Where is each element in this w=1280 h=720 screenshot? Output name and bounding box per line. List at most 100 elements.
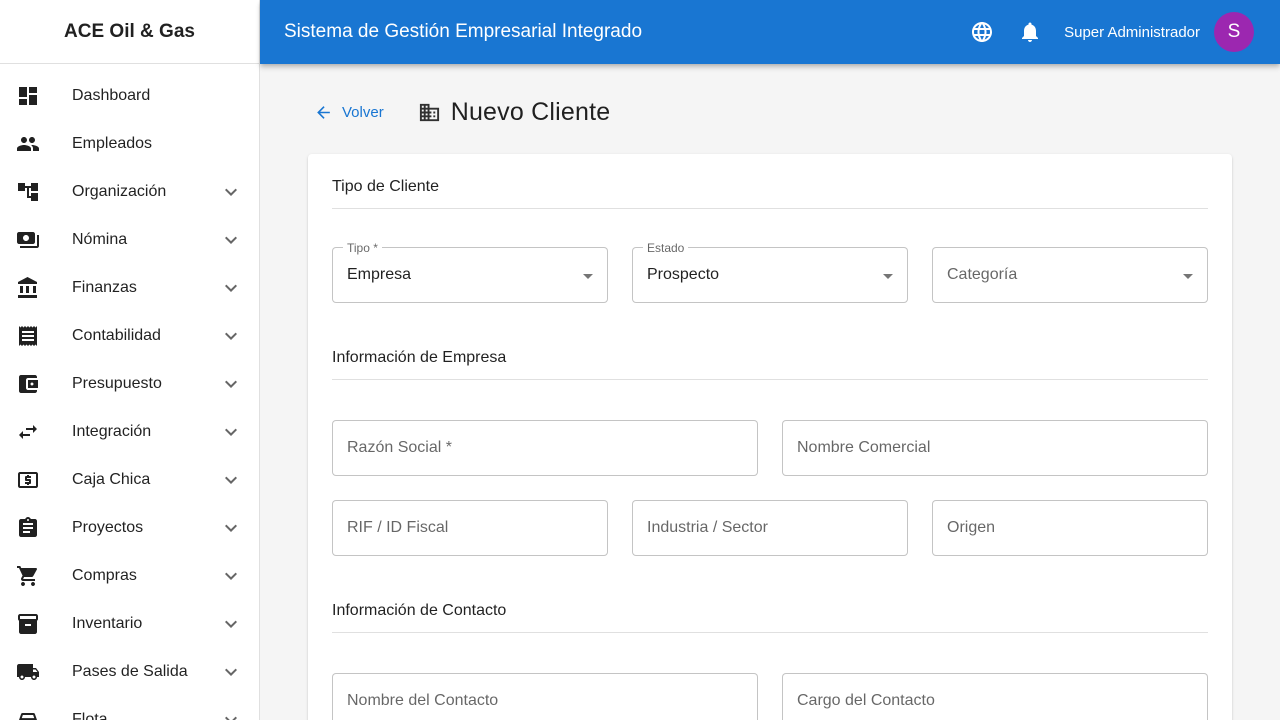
rif-id-fiscal-input[interactable]: [332, 500, 608, 556]
local-atm-icon: [16, 468, 40, 492]
app-root: ACE Oil & Gas Dashboard Empleados Organi…: [0, 0, 1280, 720]
sidebar-item-label: Compras: [72, 567, 137, 584]
arrow-dropdown-icon: [576, 264, 600, 288]
section-title-contacto: Información de Contacto: [332, 602, 507, 619]
chevron-down-icon: [219, 324, 243, 348]
form-row-empresa-2: [332, 500, 1208, 556]
chevron-down-icon: [219, 612, 243, 636]
estado-select-value: Prospecto: [647, 266, 720, 283]
sidebar-item-nomina[interactable]: Nómina: [0, 216, 259, 264]
section-title-empresa: Información de Empresa: [332, 349, 507, 366]
form-row-contacto: [332, 673, 1208, 720]
sidebar-item-pases-de-salida[interactable]: Pases de Salida: [0, 648, 259, 696]
sidebar-item-label: Contabilidad: [72, 327, 161, 344]
categoria-select[interactable]: Categoría: [932, 247, 1208, 303]
shopping-cart-icon: [16, 564, 40, 588]
sidebar-item-presupuesto[interactable]: Presupuesto: [0, 360, 259, 408]
origen-input[interactable]: [932, 500, 1208, 556]
sidebar-item-finanzas[interactable]: Finanzas: [0, 264, 259, 312]
sidebar-item-label: Proyectos: [72, 519, 144, 536]
inventory-icon: [16, 612, 40, 636]
sidebar-item-label: Caja Chica: [72, 471, 151, 488]
sidebar-item-label: Nómina: [72, 231, 128, 248]
topbar-actions: Super Administrador S: [970, 12, 1254, 52]
chevron-down-icon: [219, 516, 243, 540]
arrow-dropdown-icon: [1176, 264, 1200, 288]
wallet-icon: [16, 372, 40, 396]
section-divider: [332, 632, 1208, 633]
org-tree-icon: [16, 180, 40, 204]
brand-title: ACE Oil & Gas: [0, 0, 259, 64]
chevron-down-icon: [219, 228, 243, 252]
sidebar-item-label: Organización: [72, 183, 167, 200]
topbar: Sistema de Gestión Empresarial Integrado…: [260, 0, 1280, 64]
car-icon: [16, 708, 40, 720]
sidebar-item-label: Integración: [72, 423, 152, 440]
sidebar-item-label: Empleados: [72, 135, 153, 152]
payments-icon: [16, 228, 40, 252]
chevron-down-icon: [219, 660, 243, 684]
section-title-tipo-cliente: Tipo de Cliente: [332, 178, 440, 195]
sidebar-nav: Dashboard Empleados Organización Nómina …: [0, 64, 259, 720]
sidebar-item-proyectos[interactable]: Proyectos: [0, 504, 259, 552]
form-card: Tipo de Cliente Tipo * Empresa Estado Pr…: [308, 154, 1232, 720]
chevron-down-icon: [219, 276, 243, 300]
people-icon: [16, 132, 40, 156]
sidebar: ACE Oil & Gas Dashboard Empleados Organi…: [0, 0, 260, 720]
form-row-empresa-1: [332, 420, 1208, 476]
sidebar-item-label: Flota: [72, 711, 108, 720]
sidebar-item-label: Presupuesto: [72, 375, 162, 392]
main-area: Sistema de Gestión Empresarial Integrado…: [260, 0, 1280, 720]
industria-sector-input[interactable]: [632, 500, 908, 556]
app-title: Sistema de Gestión Empresarial Integrado: [284, 21, 643, 42]
page-title: Nuevo Cliente: [450, 98, 611, 126]
arrow-dropdown-icon: [876, 264, 900, 288]
nombre-comercial-input[interactable]: [782, 420, 1208, 476]
tipo-select[interactable]: Tipo * Empresa: [332, 240, 608, 303]
user-name: Super Administrador: [1064, 23, 1200, 41]
sidebar-item-label: Pases de Salida: [72, 663, 188, 680]
arrow-back-icon: [317, 106, 330, 119]
sidebar-item-integracion[interactable]: Integración: [0, 408, 259, 456]
sidebar-item-label: Inventario: [72, 615, 143, 632]
sidebar-item-inventario[interactable]: Inventario: [0, 600, 259, 648]
tipo-select-label: Tipo *: [343, 240, 382, 256]
section-divider: [332, 208, 1208, 209]
chevron-down-icon: [219, 180, 243, 204]
cargo-contacto-input[interactable]: [782, 673, 1208, 720]
chevron-down-icon: [219, 420, 243, 444]
dashboard-icon: [16, 84, 40, 108]
sidebar-item-label: Finanzas: [72, 279, 137, 296]
truck-icon: [16, 660, 40, 684]
page-header: Volver Nuevo Cliente: [308, 98, 1232, 127]
razon-social-input[interactable]: [332, 420, 758, 476]
chevron-down-icon: [219, 372, 243, 396]
assignment-icon: [16, 516, 40, 540]
sidebar-item-flota[interactable]: Flota: [0, 696, 259, 720]
nombre-contacto-input[interactable]: [332, 673, 758, 720]
estado-select[interactable]: Estado Prospecto: [632, 240, 908, 303]
form-row-tipo: Tipo * Empresa Estado Prospecto Categorí…: [332, 240, 1208, 303]
avatar[interactable]: S: [1214, 12, 1254, 52]
business-icon: [418, 101, 441, 124]
section-divider: [332, 379, 1208, 380]
back-label: Volver: [342, 104, 384, 121]
bank-icon: [16, 276, 40, 300]
sidebar-item-dashboard[interactable]: Dashboard: [0, 72, 259, 120]
estado-select-label: Estado: [643, 240, 689, 256]
sidebar-item-compras[interactable]: Compras: [0, 552, 259, 600]
sidebar-item-empleados[interactable]: Empleados: [0, 120, 259, 168]
sidebar-item-label: Dashboard: [72, 87, 151, 104]
categoria-select-label: Categoría: [947, 266, 1018, 283]
title-group: Nuevo Cliente: [418, 98, 611, 127]
language-icon[interactable]: [970, 20, 994, 44]
back-button[interactable]: Volver: [308, 99, 392, 126]
chevron-down-icon: [219, 468, 243, 492]
notifications-icon[interactable]: [1018, 20, 1042, 44]
sidebar-item-caja-chica[interactable]: Caja Chica: [0, 456, 259, 504]
sidebar-item-organizacion[interactable]: Organización: [0, 168, 259, 216]
sidebar-item-contabilidad[interactable]: Contabilidad: [0, 312, 259, 360]
chevron-down-icon: [219, 564, 243, 588]
swap-horiz-icon: [16, 420, 40, 444]
tipo-select-value: Empresa: [347, 266, 412, 283]
